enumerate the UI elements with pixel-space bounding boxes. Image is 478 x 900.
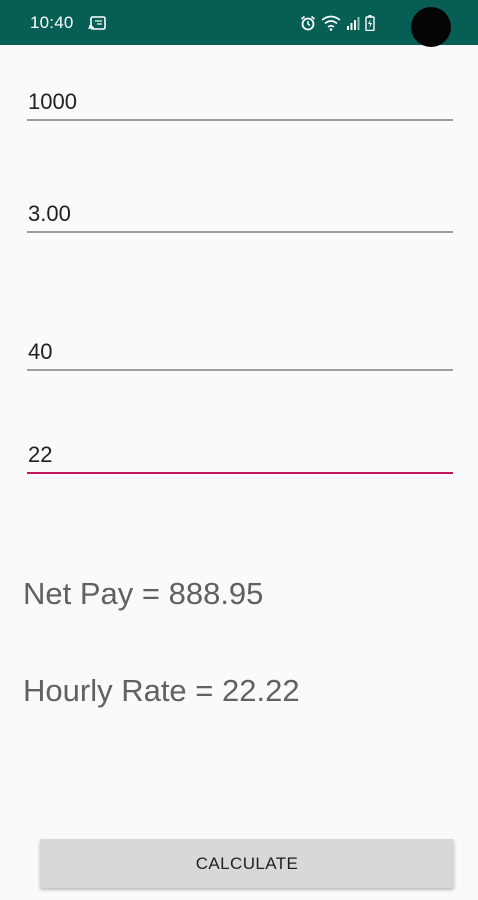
rate-input[interactable]: 3.00 xyxy=(27,197,453,233)
cast-icon xyxy=(88,16,106,30)
alarm-icon xyxy=(300,15,316,31)
principal-input[interactable]: 1000 xyxy=(27,85,453,121)
calculate-button[interactable]: CALCULATE xyxy=(40,839,454,888)
status-time: 10:40 xyxy=(30,13,74,32)
days-value: 22 xyxy=(28,442,53,467)
principal-value: 1000 xyxy=(28,89,77,114)
net-pay-result: Net Pay = 888.95 xyxy=(23,576,264,611)
camera-cutout xyxy=(411,7,451,47)
battery-icon xyxy=(365,15,375,31)
days-input[interactable]: 22 xyxy=(27,438,453,474)
status-icons xyxy=(300,13,375,33)
status-bar: 10:40 xyxy=(0,0,478,47)
wifi-icon xyxy=(321,15,341,31)
hourly-rate-result: Hourly Rate = 22.22 xyxy=(23,673,300,708)
hours-value: 40 xyxy=(28,339,53,364)
hours-input[interactable]: 40 xyxy=(27,335,453,371)
rate-value: 3.00 xyxy=(28,201,71,226)
signal-icon xyxy=(346,16,360,30)
